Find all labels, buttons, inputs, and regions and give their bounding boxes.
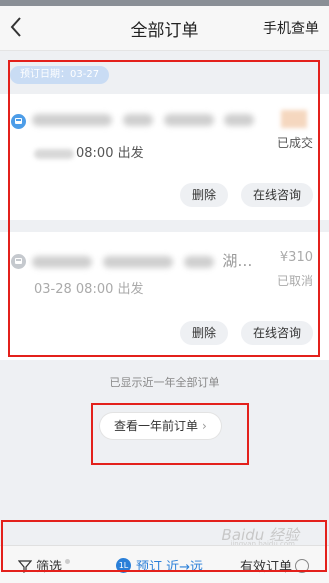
chevron-right-icon: › [202,419,207,433]
filter-dot [65,559,71,564]
bus-icon [11,254,26,269]
bus-icon [11,114,26,129]
view-older-orders-label: 查看一年前订单 [114,419,199,433]
bottom-toolbar: 筛选 1L 预订 近→远 有效订单 [0,545,329,583]
valid-orders-toggle[interactable]: 有效订单 [240,556,309,575]
view-older-orders-button[interactable]: 查看一年前订单 › [100,413,221,439]
filter-button[interactable]: 筛选 [18,556,71,575]
radio-icon [295,558,309,573]
phone-query-link[interactable]: 手机查单 [263,18,319,38]
sort-button[interactable]: 1L 预订 近→远 [116,556,203,575]
delete-button[interactable]: 删除 [180,321,229,345]
online-consult-button[interactable]: 在线咨询 [241,321,314,345]
order-status: 已成交 [276,136,313,150]
order-date-label: 预订日期：03-27 [10,66,110,84]
delete-button[interactable]: 删除 [180,183,229,207]
order-price: ¥310 [279,250,313,265]
header: 全部订单 手机查单 [0,6,329,51]
sort-icon: 1L [116,558,131,573]
order-card[interactable]: 湖… ¥310 已取消 03-28 08:00 出发 删除 在线咨询 [0,232,329,360]
filter-icon [18,559,32,573]
sort-label: 预订 近→远 [136,560,204,575]
orders-shown-note: 已显示近一年全部订单 [109,376,220,389]
online-consult-button[interactable]: 在线咨询 [241,183,314,207]
price-redacted [281,110,307,128]
route-text [32,110,255,128]
order-status: 已取消 [276,274,313,288]
order-card[interactable]: 已成交 08:00 出发 删除 在线咨询 [0,94,329,220]
valid-orders-label: 有效订单 [239,560,292,575]
departure-time: 08:00 出发 [34,142,144,161]
route-text: 湖… [32,250,252,271]
departure-time: 03-28 08:00 出发 [34,282,144,297]
filter-label: 筛选 [36,560,63,575]
